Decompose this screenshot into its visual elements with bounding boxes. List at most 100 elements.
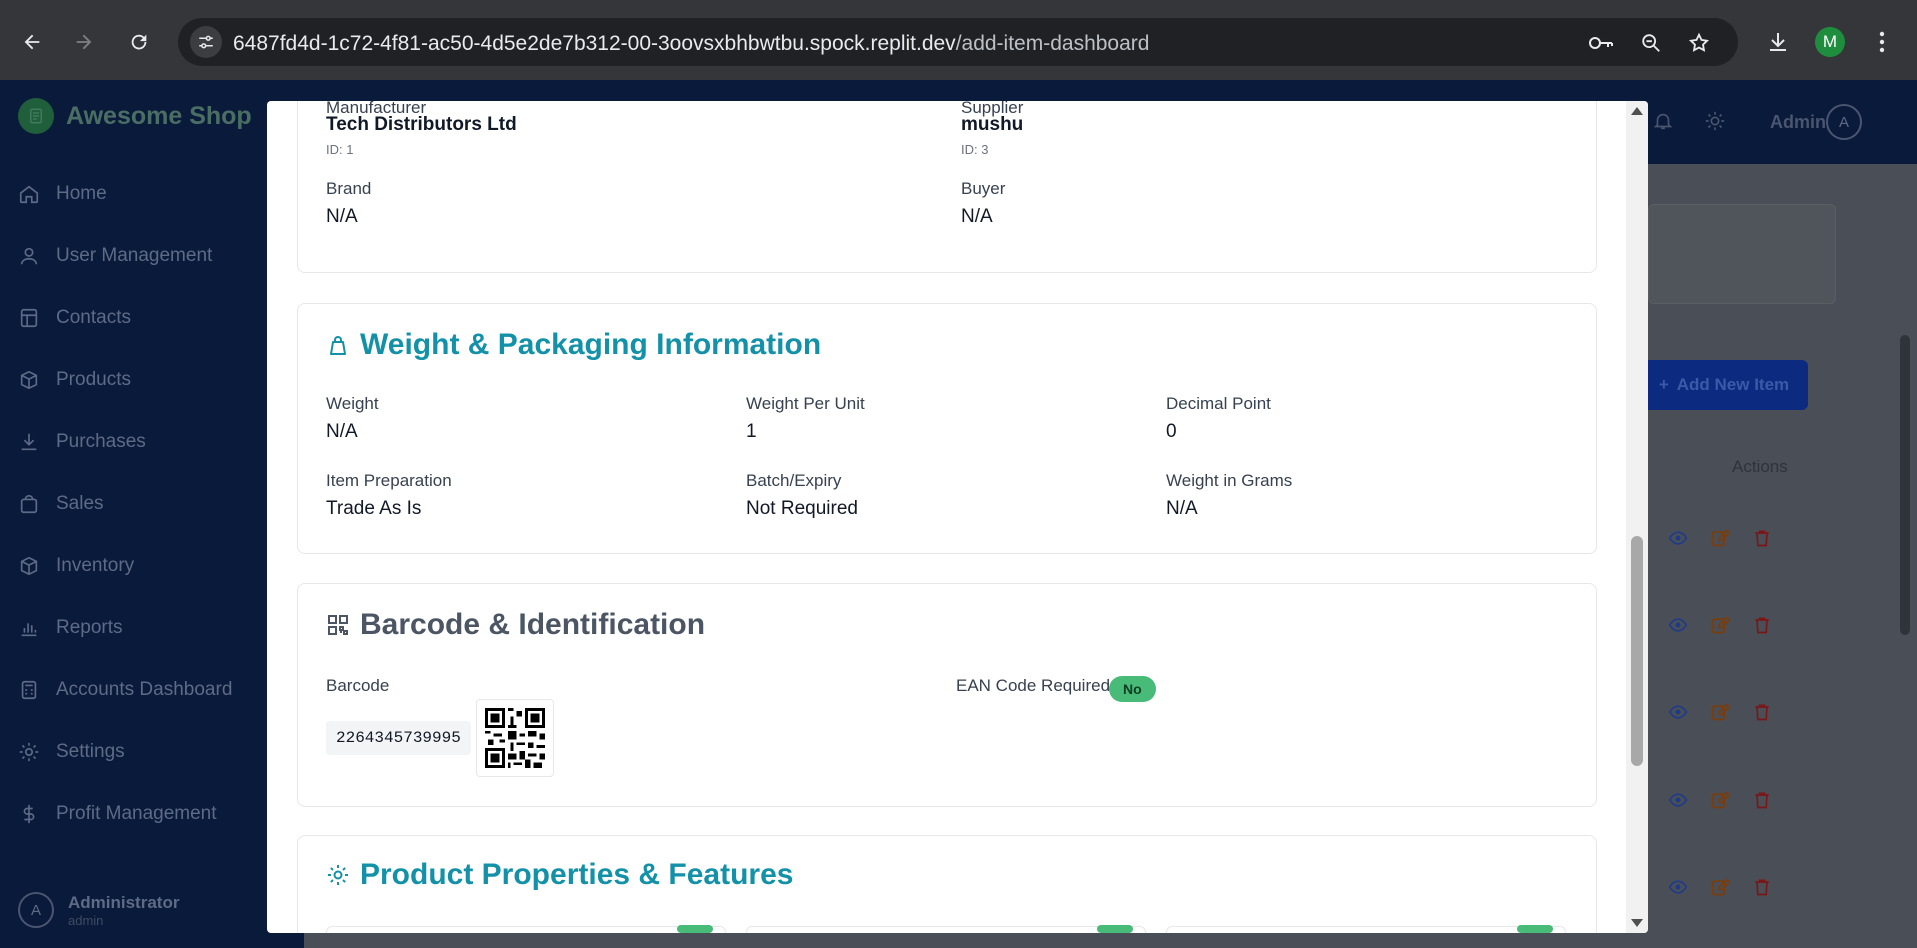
item-details-modal: Manufacturer Tech Distributors Ltd ID: 1… <box>267 101 1648 933</box>
sidebar-item-sales[interactable]: Sales <box>18 493 104 515</box>
sidebar-item-products[interactable]: Products <box>18 369 131 391</box>
barcode-value: 2264345739995 <box>326 721 471 755</box>
brand[interactable]: Awesome Shop <box>18 98 252 134</box>
reload-icon <box>131 34 147 50</box>
trash-icon[interactable] <box>1752 615 1772 635</box>
sidebar-item-label: Purchases <box>56 431 146 452</box>
eye-icon[interactable] <box>1668 702 1688 722</box>
barcode-title: Barcode & Identification <box>326 608 705 642</box>
bookmark-star-icon[interactable] <box>1686 30 1712 56</box>
sidebar-item-user-management[interactable]: User Management <box>18 245 212 267</box>
property-item <box>1166 925 1566 933</box>
reload-button[interactable] <box>117 20 161 64</box>
add-new-item-button[interactable]: + Add New Item <box>1640 360 1808 410</box>
calculator-icon <box>21 680 37 700</box>
gear-icon <box>19 742 39 762</box>
browser-toolbar: 6487fd4d-1c72-4f81-ac50-4d5e2de7b312-00-… <box>0 0 1917 80</box>
profile-avatar: M <box>1815 27 1845 57</box>
scroll-up-arrow[interactable] <box>1631 107 1643 115</box>
table-row-actions <box>1668 790 1772 810</box>
address-bar[interactable]: 6487fd4d-1c72-4f81-ac50-4d5e2de7b312-00-… <box>178 18 1738 66</box>
scroll-down-arrow[interactable] <box>1631 919 1643 927</box>
box-icon <box>20 370 38 390</box>
sidebar-user[interactable]: A Administrator admin <box>18 892 179 928</box>
section-title-text: Product Properties & Features <box>360 858 794 891</box>
table-row-actions <box>1668 528 1772 548</box>
eye-icon[interactable] <box>1668 528 1688 548</box>
scroll-thumb[interactable] <box>1631 536 1643 766</box>
profile-button[interactable]: M <box>1810 22 1850 62</box>
zoom-icon[interactable] <box>1638 30 1664 56</box>
eye-icon[interactable] <box>1668 790 1688 810</box>
property-badge <box>677 925 713 933</box>
sidebar-item-label: Contacts <box>56 307 131 328</box>
table-row-actions <box>1668 702 1772 722</box>
sidebar-item-inventory[interactable]: Inventory <box>18 555 134 577</box>
modal-scrollbar[interactable] <box>1626 101 1648 933</box>
barcode-card: Barcode & Identification Barcode 2264345… <box>297 583 1597 807</box>
more-vertical-icon <box>1879 31 1885 53</box>
admin-label[interactable]: Admin <box>1770 112 1826 133</box>
page-scrollbar[interactable] <box>1900 335 1910 635</box>
edit-icon[interactable] <box>1710 877 1730 897</box>
gear-icon <box>328 865 348 885</box>
buyer-value: N/A <box>961 206 993 227</box>
sidebar-item-accounts-dashboard[interactable]: Accounts Dashboard <box>18 679 232 701</box>
trash-icon[interactable] <box>1752 528 1772 548</box>
header-avatar[interactable]: A <box>1826 104 1862 140</box>
contacts-icon <box>20 308 38 328</box>
brand-label: Brand <box>326 179 372 198</box>
edit-icon[interactable] <box>1710 528 1730 548</box>
url-host: 6487fd4d-1c72-4f81-ac50-4d5e2de7b312-00-… <box>233 32 956 55</box>
ean-code-label: EAN Code Required <box>956 676 1111 695</box>
sidebar-item-purchases[interactable]: Purchases <box>18 431 146 453</box>
avatar: A <box>18 892 54 928</box>
browser-menu-button[interactable] <box>1862 22 1902 62</box>
barcode-label: Barcode <box>326 676 390 695</box>
buyer-label: Buyer <box>961 179 1006 198</box>
arrow-right-icon <box>76 34 92 50</box>
forward-button[interactable] <box>62 20 106 64</box>
supplier-value: mushu <box>961 114 1024 135</box>
table-row-actions <box>1668 877 1772 897</box>
trash-icon[interactable] <box>1752 877 1772 897</box>
section-title-text: Barcode & Identification <box>360 608 706 641</box>
bar-chart-icon <box>21 623 37 637</box>
eye-icon[interactable] <box>1668 615 1688 635</box>
downloads-button[interactable] <box>1758 22 1798 62</box>
sidebar-item-contacts[interactable]: Contacts <box>18 307 131 329</box>
sidebar-item-label: Sales <box>56 493 104 514</box>
manufacturer-id: ID: 1 <box>326 142 354 157</box>
back-button[interactable] <box>10 20 54 64</box>
sun-icon[interactable] <box>1704 110 1726 132</box>
sidebar-item-home[interactable]: Home <box>18 183 107 205</box>
sidebar-item-label: User Management <box>56 245 213 266</box>
user-icon <box>20 247 38 265</box>
weight-label: Weight <box>326 394 379 413</box>
download-icon <box>1770 33 1786 51</box>
edit-icon[interactable] <box>1710 790 1730 810</box>
supplier-info-card: Manufacturer Tech Distributors Ltd ID: 1… <box>297 101 1597 273</box>
sidebar-item-settings[interactable]: Settings <box>18 741 125 763</box>
sidebar-item-label: Reports <box>56 617 123 638</box>
property-item <box>326 925 726 933</box>
sidebar-item-reports[interactable]: Reports <box>18 617 123 639</box>
edit-icon[interactable] <box>1710 615 1730 635</box>
eye-icon[interactable] <box>1668 877 1688 897</box>
bell-icon[interactable] <box>1652 110 1674 132</box>
site-info-icon[interactable] <box>190 26 222 58</box>
sidebar-item-label: Products <box>56 369 131 390</box>
shopping-bag-icon <box>20 494 38 514</box>
weight-in-grams-value: N/A <box>1166 498 1198 519</box>
shop-logo-icon <box>18 98 54 134</box>
sidebar-item-profit-management[interactable]: Profit Management <box>18 803 217 825</box>
weight-per-unit-value: 1 <box>746 421 757 442</box>
password-key-icon[interactable] <box>1588 30 1614 56</box>
url-text[interactable]: 6487fd4d-1c72-4f81-ac50-4d5e2de7b312-00-… <box>233 32 1149 56</box>
trash-icon[interactable] <box>1752 702 1772 722</box>
user-role: admin <box>68 912 104 928</box>
weight-packaging-card: Weight & Packaging Information Weight N/… <box>297 303 1597 554</box>
trash-icon[interactable] <box>1752 790 1772 810</box>
section-title-text: Weight & Packaging Information <box>360 328 822 361</box>
edit-icon[interactable] <box>1710 702 1730 722</box>
